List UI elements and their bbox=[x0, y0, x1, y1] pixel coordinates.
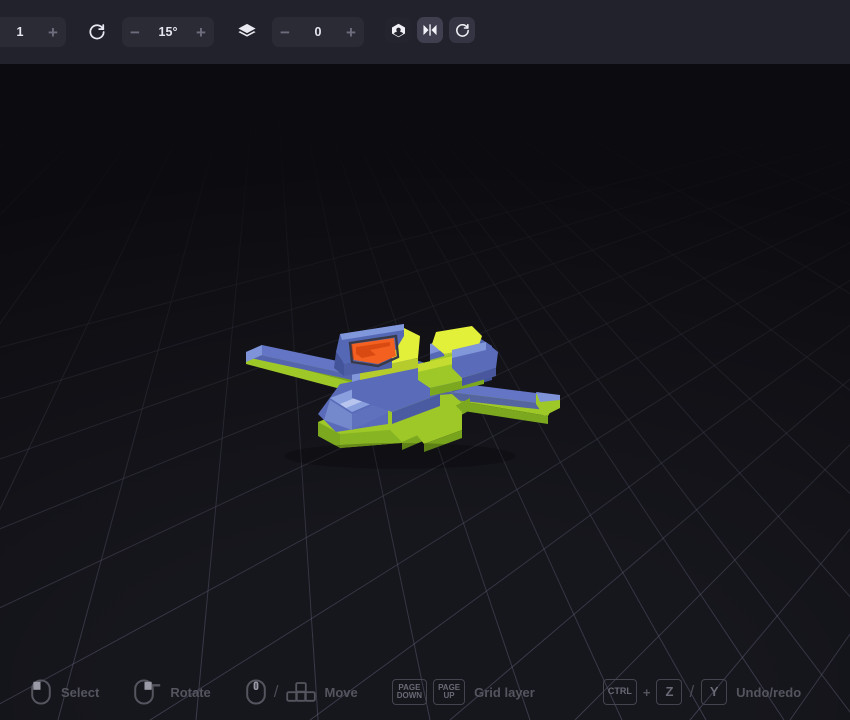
arrow-keys-icon bbox=[285, 681, 316, 703]
mirror-count-value: 1 bbox=[16, 25, 24, 39]
camera-view-button[interactable] bbox=[385, 17, 411, 43]
hint-move-separator: / bbox=[273, 682, 279, 701]
key-y[interactable]: Y bbox=[701, 679, 728, 705]
hint-grid-layer: PAGE DOWN PAGE UP Grid layer bbox=[391, 679, 535, 705]
reset-rotation-button[interactable] bbox=[449, 17, 475, 43]
hint-undo-redo-label: Undo/redo bbox=[736, 684, 802, 700]
grid-floor bbox=[0, 64, 850, 720]
mirror-count-stepper[interactable]: − 1 + bbox=[0, 17, 66, 47]
hint-grid-layer-label: Grid layer bbox=[474, 684, 535, 700]
mouse-right-icon bbox=[133, 679, 161, 705]
mirror-count-stepper-group: − 1 + bbox=[0, 17, 66, 47]
hint-select: Select bbox=[30, 679, 99, 705]
hint-select-label: Select bbox=[61, 684, 100, 700]
key-page-up[interactable]: PAGE UP bbox=[433, 679, 466, 705]
key-ctrl[interactable]: CTRL bbox=[602, 679, 637, 705]
rotate-angle-value: 15° bbox=[158, 25, 178, 39]
mirror-count-increment[interactable]: + bbox=[40, 17, 66, 47]
top-toolbar: − 1 + − 15° + bbox=[0, 0, 850, 64]
mirror-snap-button[interactable] bbox=[417, 17, 443, 43]
key-z[interactable]: Z bbox=[656, 679, 683, 705]
hint-rotate-label: Rotate bbox=[170, 684, 211, 700]
mirror-snap-icon bbox=[421, 22, 439, 38]
key-combiner: + bbox=[642, 684, 651, 700]
layer-increment[interactable]: + bbox=[338, 17, 364, 47]
mouse-left-icon bbox=[30, 679, 52, 705]
rotate-angle-group: − 15° + bbox=[84, 17, 214, 47]
layer-decrement[interactable]: − bbox=[272, 17, 298, 47]
key-page-down[interactable]: PAGE DOWN bbox=[391, 679, 428, 705]
rotate-angle-stepper[interactable]: − 15° + bbox=[122, 17, 214, 47]
rotate-angle-increment[interactable]: + bbox=[188, 17, 214, 47]
editor-window: − 1 + − 15° + bbox=[0, 0, 850, 720]
hint-move-label: Move bbox=[324, 684, 358, 700]
hint-rotate: Rotate bbox=[133, 679, 211, 705]
layer-value: 0 bbox=[314, 25, 322, 39]
hint-undo-redo: CTRL + Z / Y Undo/redo bbox=[602, 679, 802, 705]
undo-redo-separator: / bbox=[689, 682, 695, 701]
layer-group: − 0 + bbox=[234, 17, 364, 47]
rotate-cw-icon bbox=[84, 19, 110, 45]
3d-viewport[interactable] bbox=[0, 64, 850, 720]
rotate-angle-decrement[interactable]: − bbox=[122, 17, 148, 47]
view-button-group bbox=[385, 17, 475, 43]
camera-icon bbox=[390, 22, 407, 39]
mouse-middle-icon bbox=[245, 679, 267, 705]
layer-stepper[interactable]: − 0 + bbox=[272, 17, 364, 47]
hint-move: / Move bbox=[245, 679, 358, 705]
layers-icon bbox=[234, 19, 260, 45]
refresh-cw-icon bbox=[454, 22, 471, 39]
